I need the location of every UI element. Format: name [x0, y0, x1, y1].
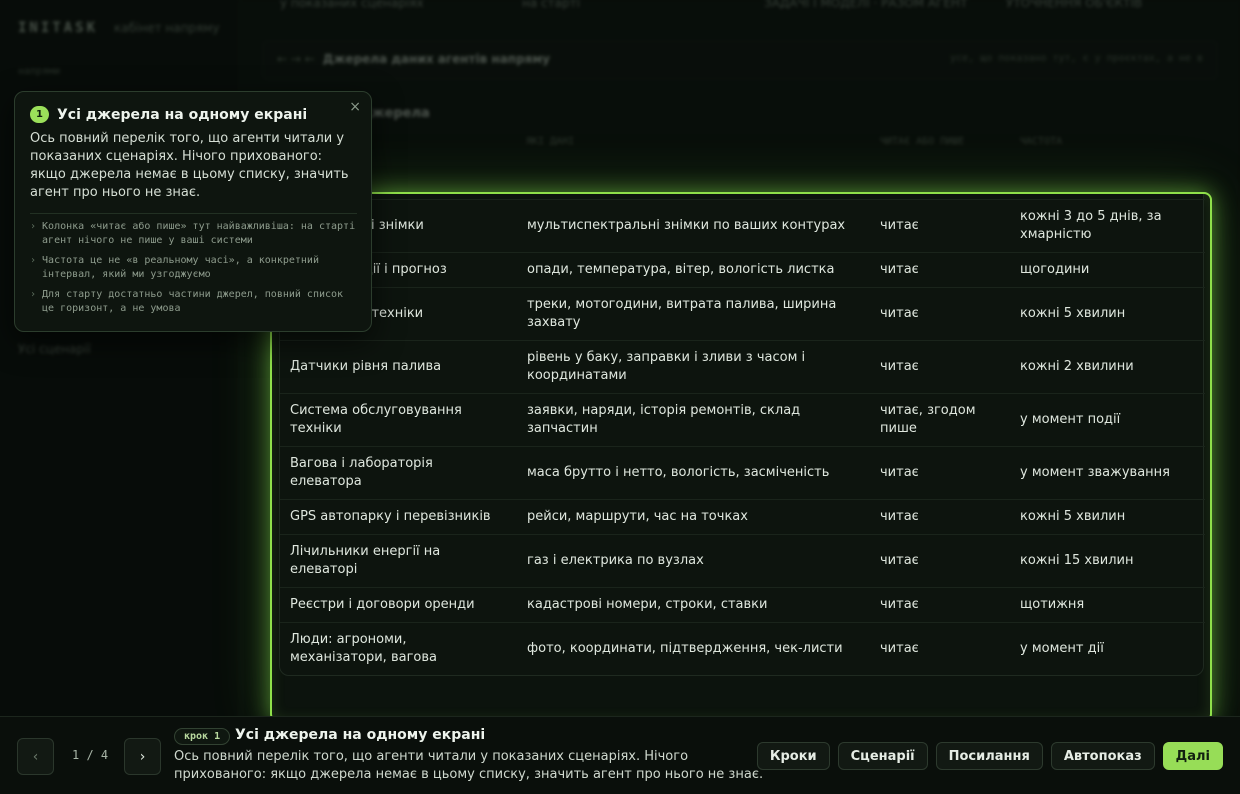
table-row: Супутникові знімкимультиспектральні знім… — [280, 199, 1205, 253]
tour-bar: ‹ 1 / 4 › крок 1 Усі джерела на одному е… — [0, 716, 1240, 794]
previous-step-button[interactable]: ‹ — [17, 738, 54, 775]
access-mode-cell: читає — [870, 499, 1010, 535]
frequency-cell: у момент події — [1010, 393, 1205, 447]
tooltip-body: Ось повний перелік того, що агенти читал… — [30, 131, 349, 200]
tooltip-note: › Частота це не «в реальному часі», а кон… — [30, 254, 357, 282]
autoplay-button[interactable]: Автопоказ — [1050, 742, 1155, 770]
note-text: Колонка «читає або пише» тут найважливіш… — [42, 221, 356, 246]
frequency-cell: у момент зважування — [1010, 446, 1205, 500]
tooltip-header: 1 Усі джерела на одному екрані — [30, 106, 357, 123]
data-content-cell: рівень у баку, заправки і зливи з часом … — [517, 340, 870, 394]
spotlight-panel: Система обліку полівконтури, культури, с… — [270, 192, 1212, 722]
access-mode-cell: читає — [870, 446, 1010, 500]
access-mode-cell: читає — [870, 340, 1010, 394]
frequency-cell: щотижня — [1010, 587, 1205, 623]
next-step-button[interactable]: › — [124, 738, 161, 775]
frequency-cell: кожні 15 хвилин — [1010, 534, 1205, 588]
frequency-cell: кожні 5 хвилин — [1010, 287, 1205, 341]
source-name-cell: Люди: агрономи, механізатори, вагова — [290, 632, 437, 665]
table-row: Система обліку полівконтури, культури, с… — [280, 194, 1205, 200]
table-row: Система обслуговування техніки заявки, на… — [280, 393, 1205, 447]
data-content-cell: газ і електрика по вузлах — [517, 534, 870, 588]
tour-actions: Кроки Сценарії Посилання Автопоказ Далі — [756, 742, 1223, 770]
scenarios-button[interactable]: Сценарії — [837, 742, 928, 770]
chevron-right-icon: › — [30, 255, 37, 266]
data-content-cell: рейси, маршрути, час на точках — [517, 499, 870, 535]
note-text: Частота це не «в реальному часі», а конк… — [42, 255, 319, 280]
source-name-cell: Датчики рівня палива — [280, 340, 517, 394]
note-text: Для старту достатньо частини джерел, пов… — [42, 289, 344, 314]
access-mode-cell: читає — [870, 194, 1010, 200]
continue-button[interactable]: Далі — [1162, 742, 1223, 770]
table-row: Люди: агрономи, механізатори, вагова фото… — [280, 623, 1205, 676]
step-number-badge: 1 — [30, 106, 49, 123]
step-counter: 1 / 4 — [72, 748, 109, 762]
frequency-cell: кожні 5 хвилин — [1010, 499, 1205, 535]
tooltip-title: Усі джерела на одному екрані — [57, 106, 308, 123]
frequency-cell: кожні 2 хвилини — [1010, 340, 1205, 394]
source-name-cell: Реєстри і договори оренди — [280, 587, 517, 623]
table-row: Вагова і лабораторія елеватора маса брутт… — [280, 446, 1205, 500]
chevron-right-icon: › — [30, 221, 37, 232]
frequency-cell: щодня і за подією — [1010, 194, 1205, 200]
tour-tooltip: 1 Усі джерела на одному екрані × Ось пов… — [14, 91, 372, 332]
sources-table: Система обліку полівконтури, культури, с… — [280, 194, 1205, 676]
divider — [30, 213, 357, 214]
data-content-cell: фото, координати, підтвердження, чек-лис… — [527, 641, 843, 656]
access-mode-cell: читає — [870, 199, 1010, 253]
data-content-cell: треки, мотогодини, витрата палива, ширин… — [517, 287, 870, 341]
access-mode-cell: читає — [870, 252, 1010, 288]
source-name-cell: Лічильники енергії на елеваторі — [280, 534, 517, 588]
frequency-cell: у момент дії — [1020, 641, 1104, 656]
source-name-cell: Система обслуговування техніки — [280, 393, 517, 447]
source-name-cell: GPS автопарку і перевізників — [280, 499, 517, 535]
table-row: Телеметрія технікитреки, мотогодини, вит… — [280, 287, 1205, 341]
table-row: Реєстри і договори оренди кадастрові номе… — [280, 587, 1205, 623]
close-icon[interactable]: × — [349, 99, 361, 115]
sources-table-wrapper: Система обліку полівконтури, культури, с… — [279, 194, 1205, 676]
data-content-cell: маса брутто і нетто, вологість, засмічен… — [517, 446, 870, 500]
data-content-cell: опади, температура, вітер, вологість лис… — [517, 252, 870, 288]
step-description: Ось повний перелік того, що агенти читал… — [174, 749, 764, 782]
data-content-cell: контури, культури, сівозміна, історія оп… — [517, 194, 870, 200]
chevron-right-icon: › — [30, 289, 37, 300]
steps-button[interactable]: Кроки — [756, 742, 830, 770]
data-content-cell: заявки, наряди, історія ремонтів, склад … — [517, 393, 870, 447]
access-mode-cell: читає — [870, 534, 1010, 588]
table-row: Метеостанції і прогнозопади, температура… — [280, 252, 1205, 288]
data-content-cell: мультиспектральні знімки по ваших контур… — [517, 199, 870, 253]
step-pill: крок 1 — [174, 728, 231, 745]
access-mode-cell: читає, згодом пише — [870, 393, 1010, 447]
table-row: Лічильники енергії на елеваторі газ і еле… — [280, 534, 1205, 588]
table-row: Датчики рівня палива рівень у баку, запра… — [280, 340, 1205, 394]
access-mode-cell: читає — [870, 587, 1010, 623]
data-content-cell: кадастрові номери, строки, ставки — [517, 587, 870, 623]
tooltip-note: › Для старту достатньо частини джерел, по… — [30, 288, 357, 316]
tooltip-note: › Колонка «читає або пише» тут найважливі… — [30, 220, 357, 248]
access-mode-cell: читає — [870, 287, 1010, 341]
table-row: GPS автопарку і перевізників рейси, маршр… — [280, 499, 1205, 535]
step-title: Усі джерела на одному екрані — [235, 727, 486, 743]
links-button[interactable]: Посилання — [935, 742, 1043, 770]
frequency-cell: кожні 3 до 5 днів, за хмарністю — [1010, 199, 1205, 253]
access-mode-cell: читає — [880, 641, 919, 656]
source-name-cell: Вагова і лабораторія елеватора — [280, 446, 517, 500]
frequency-cell: щогодини — [1010, 252, 1205, 288]
